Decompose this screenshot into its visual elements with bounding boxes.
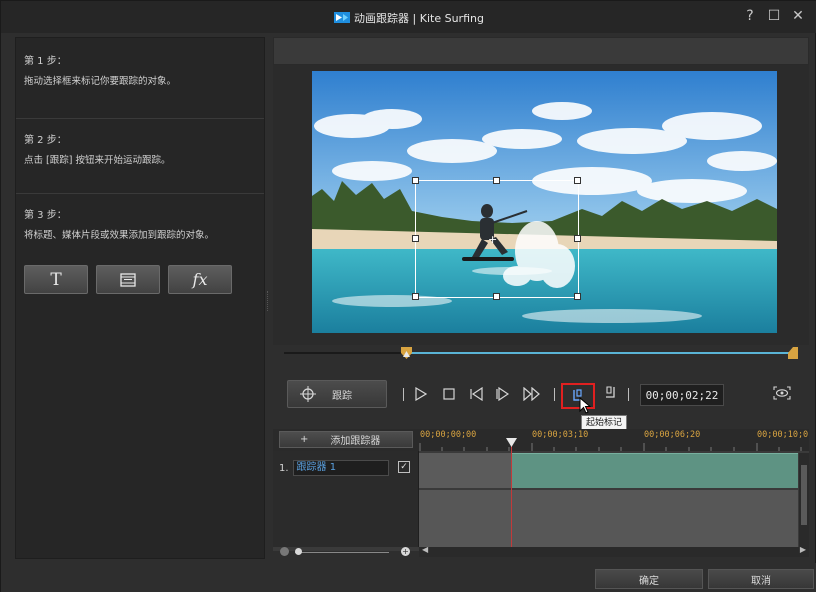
add-media-button[interactable] [96, 265, 160, 294]
app-logo-icon [334, 12, 351, 23]
help-button[interactable]: ? [743, 9, 757, 23]
track-visible-checkbox[interactable]: ✓ [398, 461, 410, 473]
preview-slider-range [406, 352, 793, 354]
playhead-handle[interactable] [506, 438, 517, 448]
timecode-display[interactable]: 00;00;02;22 [640, 384, 724, 406]
fast-forward-button[interactable] [523, 387, 541, 401]
resize-handle[interactable] [574, 293, 581, 300]
ruler-tick-label: 00;00;03;10 [532, 430, 589, 440]
zoom-track[interactable] [295, 552, 389, 553]
mouse-cursor-icon [579, 397, 591, 414]
add-icon: + [300, 434, 309, 445]
add-effect-button[interactable]: fx [168, 265, 232, 294]
playback-controls: 跟踪 00;00;02;22 [273, 375, 809, 415]
step-2-text: 点击 [跟踪] 按钮来开始运动跟踪。 [24, 155, 171, 166]
timeline-zoom-slider[interactable]: + [279, 547, 414, 557]
mark-in-handle[interactable] [401, 347, 412, 359]
film-icon [120, 272, 136, 287]
timeline-horizontal-scrollbar[interactable]: ◀ ▶ [419, 545, 809, 557]
preview-header [273, 37, 809, 65]
track-index: 1. [279, 462, 289, 474]
resize-handle[interactable] [493, 293, 500, 300]
step-2: 第 2 步： 点击 [跟踪] 按钮来开始运动跟踪。 [24, 131, 260, 166]
scrollbar-thumb[interactable] [801, 465, 807, 525]
play-button[interactable] [415, 387, 427, 401]
divider [16, 118, 264, 119]
tracker-clip[interactable] [512, 453, 798, 488]
zoom-out-icon[interactable] [280, 547, 289, 556]
ruler-tick-label: 00;00;10;0 [757, 430, 809, 440]
stop-button[interactable] [443, 387, 455, 401]
cancel-button[interactable]: 取消 [708, 569, 814, 589]
timeline-ruler[interactable]: 00;00;00;00 00;00;03;10 00;00;06;20 00;0… [419, 429, 809, 451]
step-1-text: 拖动选择框来标记你要跟踪的对象。 [24, 76, 177, 87]
ruler-tick-label: 00;00;06;20 [644, 430, 701, 440]
window-title-text: 动画跟踪器 | Kite Surfing [354, 12, 484, 25]
resize-handle[interactable] [493, 177, 500, 184]
step-1: 第 1 步： 拖动选择框来标记你要跟踪的对象。 [24, 52, 260, 87]
step-1-heading: 第 1 步： [24, 56, 67, 67]
resize-handle[interactable] [574, 177, 581, 184]
add-tracker-button[interactable]: + 添加跟踪器 [279, 431, 413, 448]
step-3-heading: 第 3 步： [24, 210, 67, 221]
ruler-ticks [419, 443, 802, 451]
close-button[interactable]: ✕ [791, 9, 805, 23]
step-2-heading: 第 2 步： [24, 135, 67, 146]
preview-eye-icon[interactable] [773, 386, 791, 400]
zoom-in-icon[interactable]: + [401, 547, 410, 556]
motion-tracker-window: 动画跟踪器 | Kite Surfing ? ☐ ✕ 第 1 步： 拖动选择框来… [0, 0, 816, 592]
resize-handle[interactable] [574, 235, 581, 242]
add-tracker-label: 添加跟踪器 [330, 436, 381, 447]
fx-icon: fx [192, 270, 208, 289]
track-untracked-region [419, 453, 512, 488]
previous-frame-button[interactable] [469, 387, 483, 401]
ok-button[interactable]: 确定 [595, 569, 703, 589]
window-title: 动画跟踪器 | Kite Surfing [1, 10, 816, 26]
track-row[interactable]: 1. 跟踪器 1 [279, 460, 389, 476]
resize-handle[interactable] [412, 235, 419, 242]
scroll-left-icon[interactable]: ◀ [422, 545, 428, 554]
resize-handle[interactable] [412, 177, 419, 184]
step-3: 第 3 步： 将标题、媒体片段或效果添加到跟踪的对象。 [24, 206, 260, 241]
ruler-tick-label: 00;00;00;00 [420, 430, 477, 440]
resize-handle[interactable] [412, 293, 419, 300]
zoom-knob[interactable] [295, 548, 302, 555]
playhead-line [511, 441, 512, 549]
separator [554, 388, 555, 401]
mark-out-handle[interactable] [788, 347, 798, 359]
maximize-button[interactable]: ☐ [767, 9, 781, 23]
divider [16, 193, 264, 194]
track-name-field[interactable]: 跟踪器 1 [292, 460, 389, 476]
track-button-label: 跟踪 [332, 390, 352, 402]
separator [403, 388, 404, 401]
empty-track-area [419, 490, 798, 547]
crosshair-icon: + [488, 233, 498, 246]
target-icon [300, 386, 316, 402]
timeline-vertical-scrollbar[interactable] [799, 453, 809, 547]
separator [628, 388, 629, 401]
object-tools: T fx [24, 265, 232, 294]
end-mark-button[interactable] [603, 386, 617, 400]
title-bar: 动画跟踪器 | Kite Surfing ? ☐ ✕ [1, 1, 816, 33]
instructions-panel: 第 1 步： 拖动选择框来标记你要跟踪的对象。 第 2 步： 点击 [跟踪] 按… [15, 37, 265, 559]
track-button[interactable]: 跟踪 [287, 380, 387, 408]
title-icon: T [50, 269, 62, 290]
step-3-text: 将标题、媒体片段或效果添加到跟踪的对象。 [24, 230, 215, 241]
scroll-right-icon[interactable]: ▶ [800, 545, 806, 554]
add-title-button[interactable]: T [24, 265, 88, 294]
next-frame-button[interactable] [495, 387, 509, 401]
panel-splitter[interactable] [267, 291, 269, 311]
